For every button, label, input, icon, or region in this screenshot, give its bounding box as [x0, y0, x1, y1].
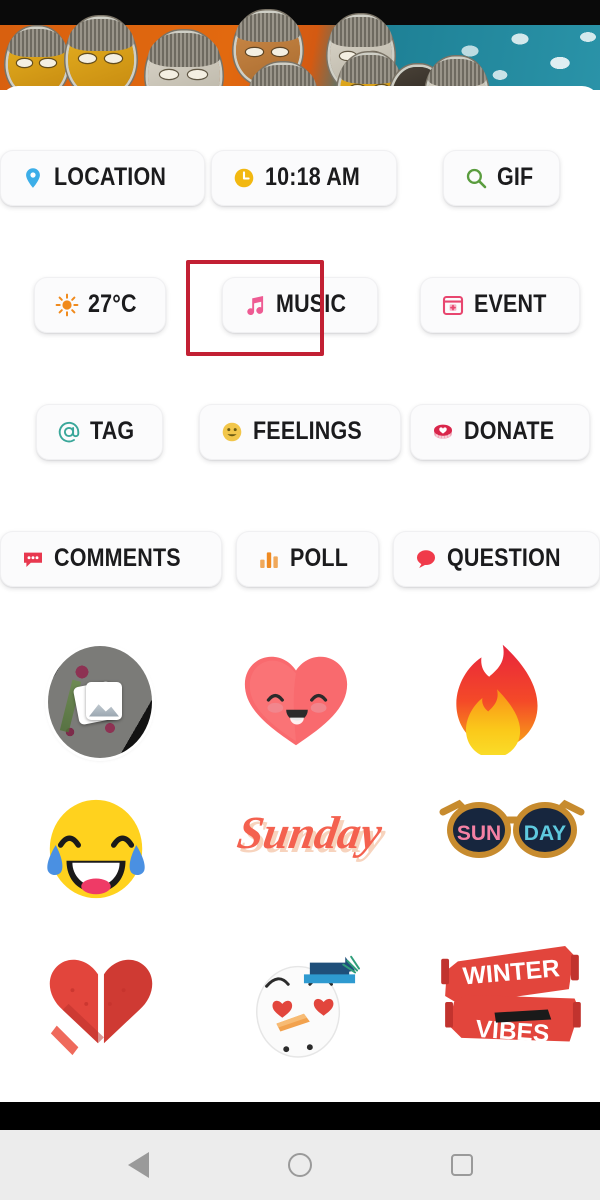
- joy-emoji-icon: [47, 799, 145, 898]
- buddha-face: [340, 55, 400, 90]
- photo-card-front-icon: [86, 681, 122, 720]
- avatar: [48, 645, 152, 758]
- option-cell: 10:18 AM: [211, 149, 397, 206]
- location-pin-icon: [26, 167, 40, 188]
- option-cell: 27°C: [34, 276, 166, 333]
- options-row: 27°C MUSIC EVENT: [0, 241, 600, 368]
- search-icon: [466, 168, 486, 188]
- option-label: 27°C: [88, 290, 137, 318]
- sticker-row: Sunday Sunday SUN DAY: [0, 777, 600, 928]
- buddha-face: [148, 33, 220, 90]
- option-label: QUESTION: [446, 544, 561, 572]
- square-recents-icon: [451, 1154, 473, 1176]
- option-label: TAG: [90, 417, 135, 445]
- option-cell: COMMENTS: [0, 530, 223, 587]
- option-cell: QUESTION: [392, 530, 600, 587]
- donate-heart-coin-icon: [434, 424, 453, 439]
- clock-icon: [234, 168, 254, 187]
- snowman-heart-eyes-sticker[interactable]: [237, 941, 363, 1067]
- option-cell: GIF: [442, 149, 560, 206]
- option-gif-button[interactable]: GIF: [442, 149, 560, 206]
- sunglasses-right-text: DAY: [524, 822, 566, 845]
- triangle-back-icon: [127, 1152, 149, 1178]
- option-label: POLL: [290, 544, 349, 572]
- option-donate-button[interactable]: DONATE: [410, 403, 591, 460]
- winter-vibes-banner-icon: WINTER VIBES: [441, 945, 581, 1047]
- android-navigation-bar: [0, 1130, 600, 1200]
- bar-chart-icon: [260, 551, 279, 568]
- option-label: LOCATION: [54, 163, 167, 191]
- option-label: FEELINGS: [253, 417, 363, 445]
- sunday-sunglasses-sticker[interactable]: SUN DAY: [437, 790, 585, 916]
- option-tag-button[interactable]: TAG: [36, 403, 163, 460]
- option-label: 10:18 AM: [265, 163, 361, 191]
- option-event-button[interactable]: EVENT: [420, 276, 580, 333]
- option-comments-button[interactable]: COMMENTS: [0, 530, 223, 587]
- profile-photo-sticker[interactable]: [37, 639, 163, 765]
- option-weather-button[interactable]: 27°C: [34, 276, 166, 333]
- sunday-text: Sunday: [234, 808, 386, 859]
- back-button[interactable]: [116, 1143, 160, 1187]
- smiley-face-icon: [222, 422, 242, 441]
- bottom-black-strip: [0, 1102, 600, 1130]
- recents-button[interactable]: [440, 1143, 484, 1187]
- sun-icon: [55, 293, 79, 316]
- option-cell: FEELINGS: [199, 403, 401, 460]
- home-button[interactable]: [278, 1143, 322, 1187]
- buddha-fabric-artwork: [0, 13, 600, 90]
- sunday-script-icon: Sunday Sunday: [234, 808, 389, 863]
- question-bubble-icon: [416, 549, 435, 568]
- phone-screen: LOCATION 10:18 AM GIF 27°C MUSIC EVENT T…: [0, 0, 600, 1200]
- buddha-face: [68, 19, 134, 90]
- laughing-tears-emoji-sticker[interactable]: [37, 790, 163, 916]
- sunglasses-icon: SUN DAY: [439, 799, 585, 858]
- sticker-row: WINTER VIBES: [0, 928, 600, 1079]
- fire-flame-sticker[interactable]: [437, 639, 563, 765]
- option-label: GIF: [496, 163, 534, 191]
- smiling-heart-sticker[interactable]: [237, 639, 363, 765]
- snowman-icon: [256, 955, 360, 1058]
- option-cell: TAG: [36, 403, 163, 460]
- heart-face-icon: [244, 656, 348, 745]
- at-sign-icon: [59, 421, 80, 442]
- option-label: COMMENTS: [54, 544, 181, 572]
- music-note-icon: [247, 295, 263, 315]
- sticker-grid: Sunday Sunday SUN DAY WINTER VIBES: [0, 622, 600, 1079]
- calendar-event-icon: [443, 295, 464, 315]
- option-cell: MUSIC: [185, 259, 379, 356]
- options-row: COMMENTS POLL QUESTION: [0, 495, 600, 622]
- mittens-icon: [49, 959, 153, 1055]
- option-poll-button[interactable]: POLL: [236, 530, 379, 587]
- option-location-button[interactable]: LOCATION: [0, 149, 206, 206]
- option-label: MUSIC: [275, 290, 346, 318]
- red-mittens-heart-sticker[interactable]: [37, 941, 163, 1067]
- option-label: DONATE: [464, 417, 555, 445]
- option-cell: DONATE: [410, 403, 591, 460]
- story-options-grid: LOCATION 10:18 AM GIF 27°C MUSIC EVENT T…: [0, 86, 600, 622]
- fire-icon: [456, 644, 538, 758]
- options-row: LOCATION 10:18 AM GIF: [0, 114, 600, 241]
- option-feelings-button[interactable]: FEELINGS: [199, 403, 401, 460]
- option-label: EVENT: [474, 290, 547, 318]
- option-question-button[interactable]: QUESTION: [392, 530, 600, 587]
- sticker-row: [0, 626, 600, 777]
- options-row: TAG FEELINGS DONATE: [0, 368, 600, 495]
- option-time-button[interactable]: 10:18 AM: [211, 149, 397, 206]
- buddha-face: [8, 29, 66, 90]
- option-music-button[interactable]: MUSIC: [221, 276, 379, 333]
- sticker-tray-sheet: LOCATION 10:18 AM GIF 27°C MUSIC EVENT T…: [0, 86, 600, 1102]
- circle-home-icon: [288, 1153, 312, 1177]
- winter-vibes-banner-sticker[interactable]: WINTER VIBES: [437, 941, 581, 1067]
- option-cell: LOCATION: [0, 149, 206, 206]
- option-cell: EVENT: [420, 276, 580, 333]
- sunglasses-left-text: SUN: [457, 822, 501, 845]
- story-background-photo: [0, 0, 600, 90]
- comment-bubble-icon: [24, 552, 42, 567]
- sunday-script-text-sticker[interactable]: Sunday Sunday: [234, 790, 389, 916]
- option-cell: POLL: [236, 530, 379, 587]
